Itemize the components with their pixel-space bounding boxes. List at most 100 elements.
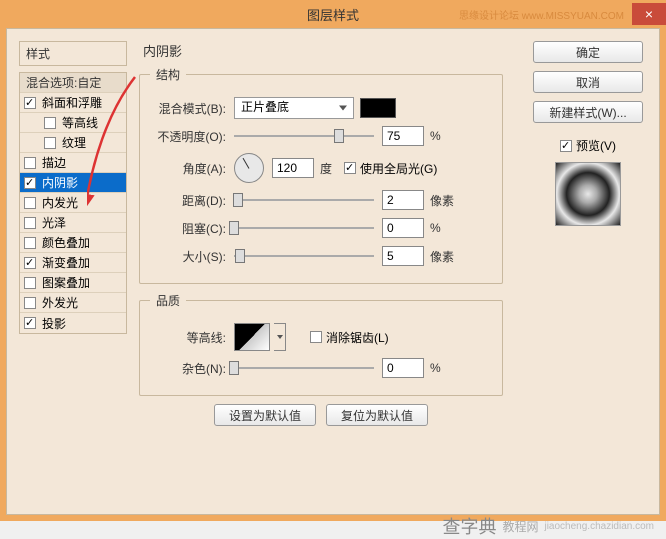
choke-input[interactable] [382, 218, 424, 238]
choke-label: 阻塞(C): [150, 220, 226, 237]
distance-input[interactable] [382, 190, 424, 210]
style-item-label: 投影 [42, 315, 66, 332]
style-item-stroke[interactable]: 描边 [20, 153, 126, 173]
checkbox-icon[interactable] [24, 97, 36, 109]
style-item-label: 等高线 [62, 114, 98, 131]
noise-input[interactable] [382, 358, 424, 378]
choke-unit: % [430, 221, 441, 235]
size-input[interactable] [382, 246, 424, 266]
style-item-label: 颜色叠加 [42, 234, 90, 251]
checkbox-icon [560, 140, 572, 152]
checkbox-icon[interactable] [24, 177, 36, 189]
ok-label: 确定 [576, 44, 600, 61]
style-item-satin[interactable]: 光泽 [20, 213, 126, 233]
blend-options-header[interactable]: 混合选项:自定 [20, 73, 126, 93]
panel-title: 内阴影 [139, 41, 503, 60]
style-item-label: 光泽 [42, 214, 66, 231]
noise-slider[interactable] [234, 359, 374, 377]
make-default-button[interactable]: 设置为默认值 [214, 404, 316, 426]
angle-unit: 度 [320, 160, 332, 177]
contour-dropdown-arrow[interactable] [274, 323, 286, 351]
style-item-label: 图案叠加 [42, 274, 90, 291]
contour-picker[interactable] [234, 323, 270, 351]
quality-legend: 品质 [150, 292, 186, 309]
size-unit: 像素 [430, 248, 454, 265]
blend-options-label: 混合选项:自定 [26, 74, 101, 91]
style-item-drop-shadow[interactable]: 投影 [20, 313, 126, 333]
style-item-label: 纹理 [62, 134, 86, 151]
blend-mode-value: 正片叠底 [241, 100, 289, 114]
global-light-label: 使用全局光(G) [360, 160, 437, 177]
style-item-pattern-overlay[interactable]: 图案叠加 [20, 273, 126, 293]
checkbox-icon[interactable] [24, 217, 36, 229]
checkbox-icon[interactable] [24, 277, 36, 289]
checkbox-icon[interactable] [24, 157, 36, 169]
style-item-label: 外发光 [42, 294, 78, 311]
style-item-inner-glow[interactable]: 内发光 [20, 193, 126, 213]
antialias-checkbox[interactable]: 消除锯齿(L) [310, 329, 389, 346]
new-style-button[interactable]: 新建样式(W)... [533, 101, 643, 123]
checkbox-icon[interactable] [44, 117, 56, 129]
style-item-label: 描边 [42, 154, 66, 171]
style-item-texture[interactable]: 纹理 [20, 133, 126, 153]
opacity-input[interactable] [382, 126, 424, 146]
noise-unit: % [430, 361, 441, 375]
checkbox-icon[interactable] [24, 297, 36, 309]
watermark-brand: 查字典 [442, 513, 496, 539]
style-item-inner-shadow[interactable]: 内阴影 [20, 173, 126, 193]
reset-default-button[interactable]: 复位为默认值 [326, 404, 428, 426]
style-item-contour[interactable]: 等高线 [20, 113, 126, 133]
style-item-gradient-overlay[interactable]: 渐变叠加 [20, 253, 126, 273]
style-item-color-overlay[interactable]: 颜色叠加 [20, 233, 126, 253]
watermark-tag: 教程网 [502, 518, 538, 535]
style-list: 混合选项:自定 斜面和浮雕 等高线 纹理 描边 内阴影 内发光 光泽 颜色叠加 … [19, 72, 127, 334]
opacity-slider[interactable] [234, 127, 374, 145]
angle-dial[interactable] [234, 153, 264, 183]
make-default-label: 设置为默认值 [229, 407, 301, 424]
cancel-button[interactable]: 取消 [533, 71, 643, 93]
antialias-label: 消除锯齿(L) [326, 329, 389, 346]
blend-mode-dropdown[interactable]: 正片叠底 [234, 97, 354, 119]
window-title: 图层样式 [307, 5, 359, 24]
opacity-unit: % [430, 129, 441, 143]
contour-label: 等高线: [150, 329, 226, 346]
checkbox-icon[interactable] [24, 197, 36, 209]
close-button[interactable]: × [632, 3, 666, 25]
color-swatch[interactable] [360, 98, 396, 118]
checkbox-icon[interactable] [24, 257, 36, 269]
watermark-url: jiaocheng.chazidian.com [544, 521, 654, 532]
checkbox-icon[interactable] [44, 137, 56, 149]
new-style-label: 新建样式(W)... [549, 104, 626, 121]
angle-label: 角度(A): [150, 160, 226, 177]
style-item-label: 渐变叠加 [42, 254, 90, 271]
distance-label: 距离(D): [150, 192, 226, 209]
preview-label: 预览(V) [576, 137, 616, 154]
style-item-bevel[interactable]: 斜面和浮雕 [20, 93, 126, 113]
checkbox-icon[interactable] [24, 237, 36, 249]
distance-slider[interactable] [234, 191, 374, 209]
checkbox-icon [310, 331, 322, 343]
cancel-label: 取消 [576, 74, 600, 91]
size-label: 大小(S): [150, 248, 226, 265]
watermark-top: 思缘设计论坛 www.MISSYUAN.COM [459, 7, 624, 22]
style-item-label: 内阴影 [42, 174, 78, 191]
titlebar: 图层样式 思缘设计论坛 www.MISSYUAN.COM × [0, 0, 666, 28]
blend-mode-label: 混合模式(B): [150, 100, 226, 117]
angle-input[interactable] [272, 158, 314, 178]
opacity-label: 不透明度(O): [150, 128, 226, 145]
preview-swatch [555, 162, 621, 226]
style-item-outer-glow[interactable]: 外发光 [20, 293, 126, 313]
noise-label: 杂色(N): [150, 360, 226, 377]
styles-label: 样式 [19, 41, 127, 66]
structure-legend: 结构 [150, 66, 186, 83]
checkbox-icon[interactable] [24, 317, 36, 329]
checkbox-icon [344, 162, 356, 174]
structure-group: 结构 混合模式(B): 正片叠底 不透明度(O): % 角度(A): 度 [139, 66, 503, 284]
preview-checkbox[interactable]: 预览(V) [560, 137, 616, 154]
quality-group: 品质 等高线: 消除锯齿(L) 杂色(N): % [139, 292, 503, 396]
style-item-label: 内发光 [42, 194, 78, 211]
global-light-checkbox[interactable]: 使用全局光(G) [344, 160, 437, 177]
choke-slider[interactable] [234, 219, 374, 237]
ok-button[interactable]: 确定 [533, 41, 643, 63]
size-slider[interactable] [234, 247, 374, 265]
